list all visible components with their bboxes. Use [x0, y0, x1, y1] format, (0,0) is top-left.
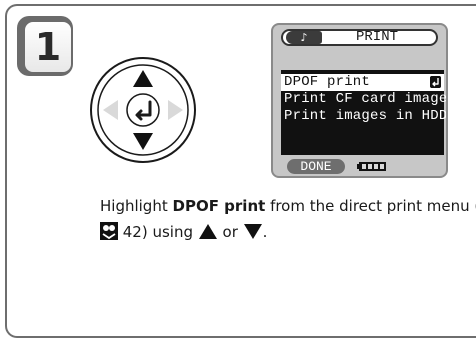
step-number: 1 [25, 22, 71, 72]
instruction-page-ref: 42) using [118, 223, 198, 241]
instruction-text: Highlight DPOF print from the direct pri… [100, 193, 476, 245]
instruction-prefix: Highlight [100, 197, 173, 215]
instruction-suffix: . [262, 223, 268, 241]
menu-item-label: DPOF print [284, 74, 371, 90]
up-triangle-icon [198, 224, 217, 239]
menu-item-print-images-in-hdd[interactable]: Print images in HDD [281, 108, 448, 125]
step-number-badge: 1 [17, 16, 73, 76]
menu-item-label: Print CF card images [284, 91, 448, 107]
lcd-tab: ♪ [286, 31, 322, 44]
multi-selector-dpad-icon [90, 57, 196, 163]
done-button[interactable]: DONE [287, 159, 345, 174]
menu-item-dpof-print[interactable]: DPOF print [281, 74, 444, 91]
enter-icon [430, 76, 441, 88]
lcd-menu: DPOF print Print CF card images Print im… [281, 70, 448, 155]
instruction-highlight: DPOF print [172, 197, 266, 215]
instruction-middle: from the direct print menu ( [265, 197, 476, 215]
menu-item-print-cf-card-images[interactable]: Print CF card images [281, 91, 446, 108]
lcd-footer: DONE [273, 156, 446, 176]
down-triangle-icon [243, 224, 262, 239]
battery-icon [357, 162, 386, 171]
reference-page-icon [100, 222, 118, 240]
instruction-panel: 1 ♪ PRINT DPOF print Print CF card image… [5, 4, 476, 338]
dpad-center-button [126, 93, 160, 127]
menu-item-label: Print images in HDD [284, 108, 448, 124]
lcd-title: PRINT [355, 29, 398, 45]
lcd-header: ♪ PRINT [281, 29, 438, 46]
lcd-screen: ♪ PRINT DPOF print Print CF card images … [271, 23, 448, 178]
instruction-or: or [217, 223, 243, 241]
